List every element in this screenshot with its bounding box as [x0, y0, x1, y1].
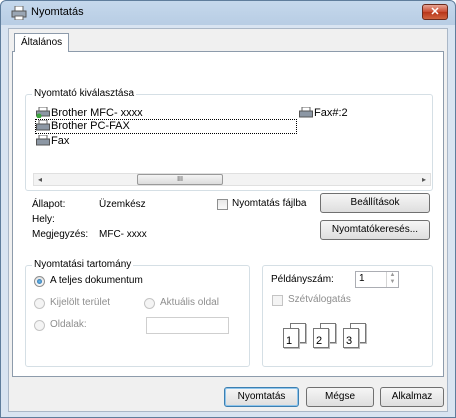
radio-pages[interactable] — [34, 320, 45, 331]
copies-spinner[interactable]: ▲ ▼ — [386, 272, 398, 287]
collate-page-3-front: 3 — [343, 328, 359, 348]
printer-item-label: Brother PC-FAX — [51, 120, 130, 132]
collate-page-number: 3 — [346, 335, 353, 347]
radio-all-pages[interactable] — [34, 276, 45, 287]
printer-item-pc-fax[interactable]: Brother PC-FAX — [35, 119, 297, 134]
printer-icon — [36, 107, 50, 118]
fax-icon — [36, 135, 50, 146]
printer-list[interactable]: Brother MFC- xxxx Brother PC-FAX Fax Fax… — [33, 107, 431, 173]
location-label: Hely: — [32, 214, 55, 225]
printer-item-fax[interactable]: Fax — [36, 135, 69, 148]
page-range-title: Nyomtatási tartomány — [32, 259, 134, 270]
copies-group: Példányszám: 1 ▲ ▼ Szétválogatás 1 1 2 2… — [262, 265, 433, 367]
cancel-button[interactable]: Mégse — [306, 387, 374, 407]
tab-panel-general: Nyomtató kiválasztása Brother MFC- xxxx — [12, 51, 444, 377]
copies-label: Példányszám: — [271, 274, 334, 285]
page-range-group: Nyomtatási tartomány A teljes dokumentum… — [25, 259, 250, 367]
fax-icon — [299, 107, 313, 118]
print-dialog: Nyomtatás ✕ Általános Nyomtató kiválaszt… — [0, 0, 456, 418]
spin-up-icon[interactable]: ▲ — [387, 272, 398, 279]
title-bar[interactable]: Nyomtatás ✕ — [1, 1, 455, 25]
print-button[interactable]: Nyomtatás — [224, 387, 299, 407]
printer-icon — [11, 6, 27, 20]
window-title: Nyomtatás — [31, 6, 84, 18]
radio-selection[interactable] — [34, 298, 45, 309]
collate-page-2-front: 2 — [313, 328, 329, 348]
collate-checkbox[interactable] — [272, 295, 283, 306]
printer-item-fax-2[interactable]: Fax#:2 — [299, 107, 348, 120]
radio-all-pages-label[interactable]: A teljes dokumentum — [50, 275, 143, 286]
spin-down-icon[interactable]: ▼ — [387, 279, 398, 286]
scroll-left-icon[interactable]: ◂ — [34, 174, 46, 185]
scroll-thumb[interactable]: III — [137, 174, 223, 185]
fax-icon — [36, 120, 50, 131]
printer-list-scrollbar[interactable]: ◂ III ▸ — [33, 173, 431, 186]
collate-label[interactable]: Szétválogatás — [288, 294, 351, 305]
apply-button[interactable]: Alkalmaz — [380, 387, 444, 407]
preferences-button[interactable]: Beállítások — [320, 193, 430, 213]
dialog-client-area: Általános Nyomtató kiválasztása Brother … — [8, 28, 448, 412]
printer-select-title: Nyomtató kiválasztása — [32, 88, 137, 99]
radio-current-page-label[interactable]: Aktuális oldal — [160, 297, 219, 308]
copies-value: 1 — [359, 273, 365, 284]
printer-item-label: Fax#:2 — [314, 107, 348, 119]
collate-page-number: 2 — [316, 335, 323, 347]
printer-item-label: Brother MFC- xxxx — [51, 107, 143, 119]
tab-general[interactable]: Általános — [14, 33, 70, 52]
status-label: Állapot: — [32, 199, 66, 210]
collate-page-1-front: 1 — [283, 328, 299, 348]
close-button[interactable]: ✕ — [422, 4, 448, 20]
printer-item-mfc[interactable]: Brother MFC- xxxx — [36, 107, 143, 120]
printer-item-label: Fax — [51, 135, 70, 147]
pages-input[interactable] — [146, 317, 229, 334]
printer-select-group: Nyomtató kiválasztása Brother MFC- xxxx — [25, 88, 433, 191]
close-icon: ✕ — [430, 6, 440, 18]
comment-label: Megjegyzés: — [32, 229, 89, 240]
print-to-file-checkbox[interactable] — [217, 199, 228, 210]
scroll-right-icon[interactable]: ▸ — [418, 174, 430, 185]
radio-current-page[interactable] — [144, 298, 155, 309]
collate-page-number: 1 — [286, 335, 293, 347]
comment-value: MFC- xxxx — [99, 229, 147, 240]
radio-selection-label[interactable]: Kijelölt terület — [50, 297, 110, 308]
find-printer-button[interactable]: Nyomtatókeresés... — [320, 220, 430, 240]
print-to-file-label[interactable]: Nyomtatás fájlba — [232, 198, 306, 209]
status-value: Üzemkész — [99, 199, 146, 210]
copies-input[interactable]: 1 ▲ ▼ — [355, 271, 399, 288]
radio-pages-label[interactable]: Oldalak: — [50, 319, 87, 330]
